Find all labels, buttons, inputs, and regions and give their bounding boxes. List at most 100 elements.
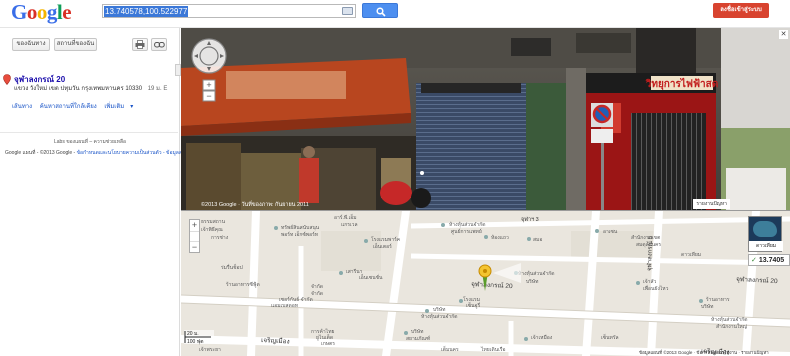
search-input[interactable]: 13.740578,100.522977 [102,4,356,18]
svg-text:สยามภัณฑ์: สยามภัณฑ์ [406,335,430,342]
street-view-panel[interactable]: วิทยุการไฟฟ้าสด ©2013 Google · วันที่ของ… [181,28,790,211]
svg-text:ยูไนเต็ด: ยูไนเต็ด [316,333,333,341]
print-icon [135,40,145,49]
svg-text:สำนักงานใหญ่: สำนักงานใหญ่ [716,323,747,330]
svg-text:เจ้าพระยา: เจ้าพระยา [199,346,221,353]
satellite-label: ดาวเทียม [749,241,783,251]
svg-text:สำนักงานเขต: สำนักงานเขต [631,235,660,241]
svg-text:การช่าง: การช่าง [211,235,229,241]
svg-text:ห้างหุ้นส่วนจำกัด: ห้างหุ้นส่วนจำกัด [449,221,486,228]
svg-text:ทรัพย์สินสนับสนุน: ทรัพย์สินสนับสนุน [281,224,320,231]
svg-text:ร่มรื่นช็อป: ร่มรื่นช็อป [221,263,243,271]
search-input-value: 13.740578,100.522977 [104,6,189,17]
zoom-out-button[interactable]: − [190,242,199,252]
svg-text:ห้างหุ้นส่วนจำกัด: ห้างหุ้นส่วนจำกัด [518,270,555,277]
svg-text:−: − [206,91,211,101]
svg-text:เอ็นเตอร์: เอ็นเตอร์ [373,242,392,250]
road-label-bottom: เจริญเมือง [261,336,290,345]
zoom-in-button[interactable]: + [190,220,199,231]
svg-text:ร้านอาหารซีฟู้ด: ร้านอาหารซีฟู้ด [226,281,260,288]
svg-text:บริษัท: บริษัท [526,278,538,285]
scale-bar: 20 ม. 100 ฟุต [184,330,214,345]
chevron-down-icon[interactable]: ▾ [130,104,133,110]
svg-text:สมอ: สมอ [533,237,542,243]
top-bar: Google 13.740578,100.522977 ลงชื่อเข้าสู… [0,0,790,28]
map-panel[interactable]: จุฬาลงกรณ์ 20 จุฬาลงกรณ์ 20 จุฬาลงกรณ์ 5… [181,211,790,356]
left-panel: ของฉันทาง สถานที่ของฉัน จุฬาลงกรณ์ 20 แข… [0,28,201,356]
address-text: แขวง วังใหม่ เขต ปทุมวัน กรุงเทพมหานคร 1… [14,86,143,92]
print-button[interactable] [132,38,148,51]
svg-text:พอร์ท เอ็กซ์พอร์ท: พอร์ท เอ็กซ์พอร์ท [281,230,318,238]
svg-text:บริษัท: บริษัท [433,306,445,313]
store-sign: วิทยุการไฟฟ้าสด [645,77,718,90]
svg-text:อาเซน: อาเซน [603,229,618,235]
svg-text:ดาวเทียม: ดาวเทียม [681,251,701,258]
divider [0,132,178,133]
svg-text:ห้างหุ้นส่วนจำกัด: ห้างหุ้นส่วนจำกัด [711,316,748,323]
directions-saved-button[interactable]: ของฉันทาง [12,38,50,51]
map-canvas[interactable]: จุฬาลงกรณ์ 20 จุฬาลงกรณ์ 20 จุฬาลงกรณ์ 5… [181,211,790,356]
svg-text:เจ้าพิธีคุณ: เจ้าพิธีคุณ [201,226,223,233]
search-icon [376,7,386,17]
place-actions: เส้นทาง ค้นหาสถานที่ใกล้เคียง เพิ่มเติม ▾ [12,101,139,111]
coordinate-box: ✓ 13.7405 [748,254,790,266]
streetview-copyright: ©2013 Google · วันที่ของภาพ: กันยายน 201… [201,200,309,208]
svg-text:สมดุลยนคร: สมดุลยนคร [636,242,661,248]
svg-text:เจ้าสัว: เจ้าสัว [643,278,656,285]
svg-text:เพื่อนยังไหว: เพื่อนยังไหว [643,285,669,292]
svg-text:20 ม.: 20 ม. [187,331,199,337]
svg-text:เซ็นทรัล: เซ็นทรัล [601,333,619,341]
svg-text:100 ฟุต: 100 ฟุต [187,339,204,345]
svg-text:บริษัท: บริษัท [411,328,423,335]
svg-text:เกษตร: เกษตร [321,341,335,347]
keyboard-icon[interactable] [342,7,353,15]
satellite-toggle[interactable]: ดาวเทียม [748,216,783,252]
svg-text:เซ็นจูรี่: เซ็นจูรี่ [466,301,480,309]
report-problem-button[interactable]: รายงานปัญหา [693,199,730,209]
svg-text:ศูนย์การแพทย์: ศูนย์การแพทย์ [451,228,482,235]
svg-text:เอ็นเซนชั่น: เอ็นเซนชั่น [359,273,383,281]
footer-copyright: Google แผนที่ - ©2013 Google - ข้อกำหนดแ… [5,149,201,157]
map-copyright: ข้อมูลแผนที่ ©2013 Google · ข้อกำหนดการใ… [639,349,769,356]
svg-text:โรงแรม: โรงแรม [463,296,480,303]
svg-text:ไทยเดินเรือ: ไทยเดินเรือ [480,346,506,353]
google-logo[interactable]: Google [11,1,72,23]
svg-text:โรงแรมพาร์ค: โรงแรมพาร์ค [371,236,400,243]
check-icon: ✓ [751,257,757,264]
svg-text:แอมเบสดอท: แอมเบสดอท [271,303,298,309]
svg-text:บริษัท: บริษัท [701,303,713,310]
svg-text:แกรเวล: แกรเวล [341,222,358,228]
road-label-top: จุฬาฯ 3 [521,216,539,223]
more-link[interactable]: เพิ่มเติม [104,104,124,110]
zoom-slider[interactable] [190,231,199,242]
my-places-button[interactable]: สถานที่ของฉัน [54,38,97,51]
svg-text:เจ้าเหมือง: เจ้าเหมือง [531,334,553,341]
svg-text:เซอร์กันธ์ จำกัด: เซอร์กันธ์ จำกัด [279,296,313,303]
place-marker-icon [3,74,11,85]
search-button[interactable] [362,3,398,18]
labs-help-link[interactable]: Labs ของแผนที่ – ความช่วยเหลือ [0,138,180,146]
place-address: แขวง วังใหม่ เขต ปทุมวัน กรุงเทพมหานคร 1… [14,83,167,93]
svg-text:จำกัด: จำกัด [311,284,323,290]
svg-text:อาร์.พี.เอ็ม: อาร์.พี.เอ็ม [334,213,357,221]
svg-text:ธรรมสถาน: ธรรมสถาน [201,219,226,225]
link-button[interactable] [151,38,167,51]
link-icon [153,42,165,48]
copyright-text: Google แผนที่ - ©2013 Google - [5,150,76,156]
svg-text:ร้านอาหาร: ร้านอาหาร [706,296,730,303]
search-nearby-link[interactable]: ค้นหาสถานที่ใกล้เคียง [40,104,97,110]
directions-link[interactable]: เส้นทาง [12,104,32,110]
street-view-image[interactable]: วิทยุการไฟฟ้าสด ©2013 Google · วันที่ของ… [181,28,790,211]
zoom-control[interactable]: + − [189,219,200,253]
close-icon[interactable]: ✕ [779,30,788,39]
svg-text:เต็มนคร: เต็มนคร [441,345,459,353]
signin-button[interactable]: ลงชื่อเข้าสู่ระบบ [713,3,769,18]
svg-text:ห้องแถว: ห้องแถว [491,234,509,241]
coordinate-text: 13.7405 [758,257,785,264]
distance-text: 19 ม. E [147,86,168,92]
svg-text:+: + [206,80,211,90]
svg-text:การค้าไทย: การค้าไทย [311,328,334,335]
svg-text:จำกัด: จำกัด [311,291,323,297]
svg-text:เสารีนา: เสารีนา [346,268,363,275]
pan-control[interactable]: + − [189,36,229,106]
